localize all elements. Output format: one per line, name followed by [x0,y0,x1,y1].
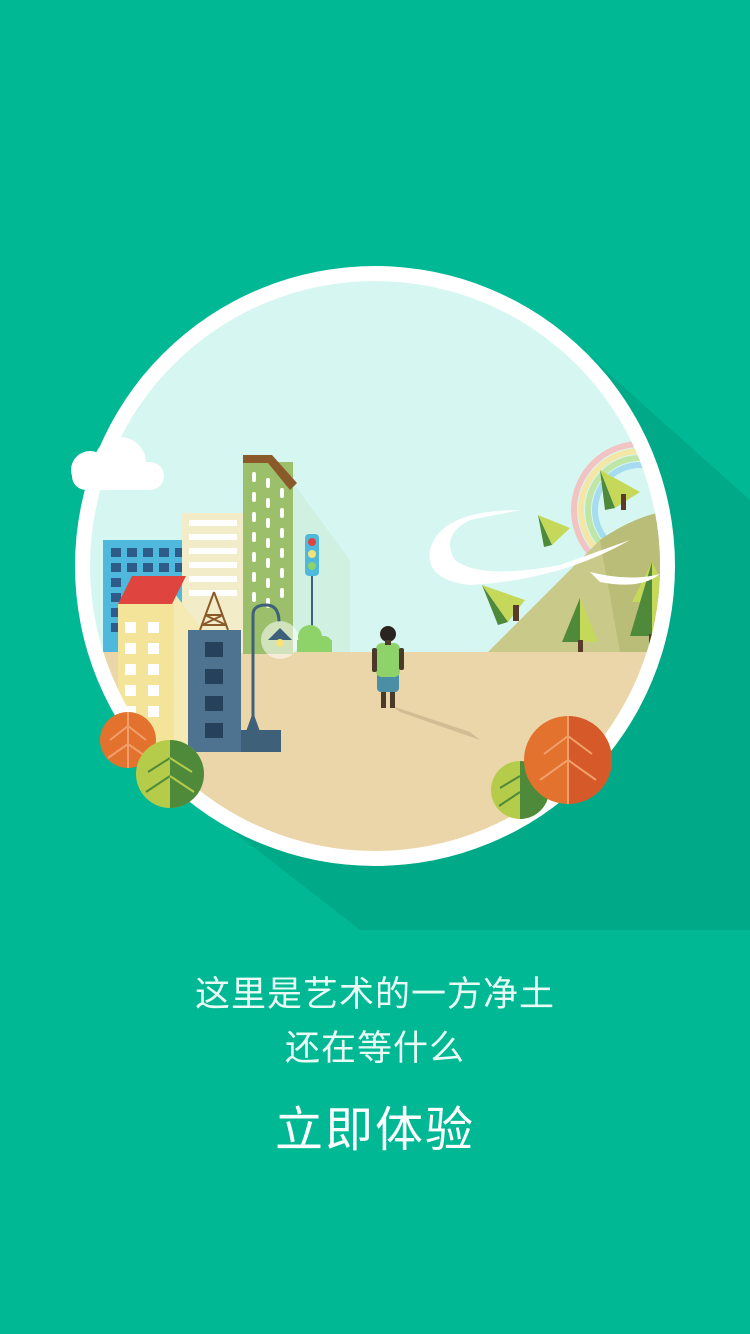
try-now-button[interactable]: 立即体验 [225,1090,525,1170]
leaf-tree-orange-right [524,716,612,804]
leaf-tree-green-left [136,740,204,808]
tagline-line-2: 还在等什么 [284,1029,465,1069]
welcome-illustration [71,266,750,930]
tagline-line-1: 这里是艺术的一方净土 [194,975,555,1015]
